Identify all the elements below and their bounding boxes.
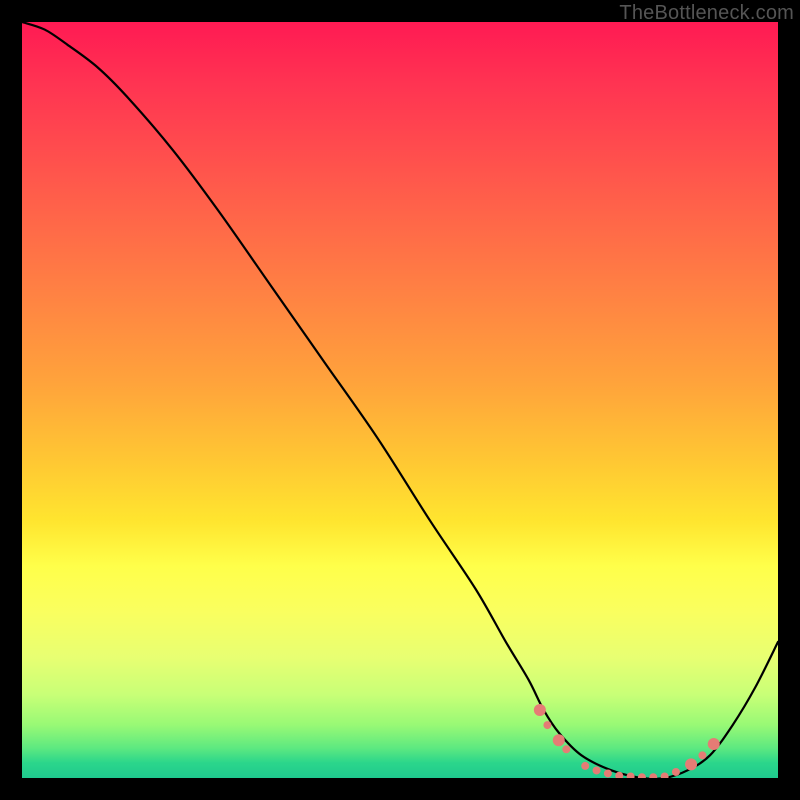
marker-dot	[649, 773, 657, 778]
plot-area	[22, 22, 778, 778]
marker-dot	[593, 766, 601, 774]
marker-dot	[638, 773, 646, 778]
marker-dot	[708, 738, 720, 750]
bottleneck-curve	[22, 22, 778, 778]
chart-svg	[22, 22, 778, 778]
highlight-dots	[534, 704, 720, 778]
marker-dot	[698, 751, 706, 759]
marker-dot	[553, 734, 565, 746]
marker-dot	[627, 772, 635, 778]
marker-dot	[543, 721, 551, 729]
marker-dot	[562, 745, 570, 753]
marker-dot	[672, 768, 680, 776]
marker-dot	[534, 704, 546, 716]
marker-dot	[661, 772, 669, 778]
marker-dot	[604, 769, 612, 777]
marker-dot	[685, 758, 697, 770]
chart-frame: TheBottleneck.com	[0, 0, 800, 800]
marker-dot	[581, 762, 589, 770]
